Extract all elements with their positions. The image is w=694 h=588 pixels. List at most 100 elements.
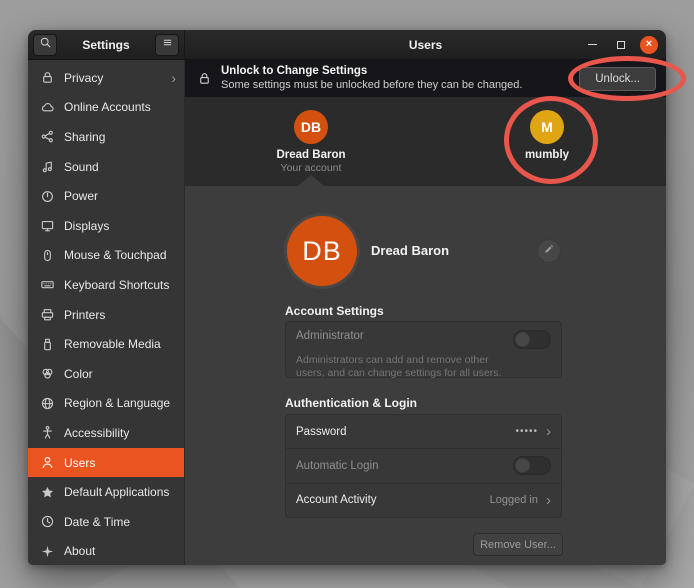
accessibility-icon <box>40 425 55 440</box>
sidebar-item-label: Online Accounts <box>64 100 151 114</box>
maximize-icon <box>617 41 625 49</box>
minimize-icon <box>588 44 597 46</box>
sidebar-item-label: Keyboard Shortcuts <box>64 278 169 292</box>
maximize-button[interactable] <box>611 35 631 55</box>
password-value: ••••• <box>515 426 538 437</box>
account-activity-row[interactable]: Account Activity Logged in › <box>286 483 561 517</box>
avatar-dread-baron: DB <box>294 110 328 144</box>
administrator-label: Administrator <box>296 330 364 342</box>
automatic-login-label: Automatic Login <box>296 460 378 472</box>
password-label: Password <box>296 426 347 438</box>
account-activity-label: Account Activity <box>296 494 377 506</box>
window-body: Privacy › Online Accounts Sharing Sound Power… <box>28 60 666 565</box>
avatar-mumbly: M <box>530 110 564 144</box>
auth-login-box: Password ••••• › Automatic Login <box>285 414 562 518</box>
administrator-row: Administrator <box>296 330 551 349</box>
edit-name-button[interactable] <box>537 239 561 263</box>
sidebar-item-sound[interactable]: Sound <box>28 152 184 182</box>
sidebar-item-default-applications[interactable]: Default Applications <box>28 477 184 507</box>
sidebar-item-label: Printers <box>64 308 105 322</box>
pencil-icon <box>543 242 555 260</box>
globe-icon <box>40 396 55 411</box>
sidebar-item-label: Power <box>64 189 98 203</box>
star-icon <box>40 485 55 500</box>
administrator-box: Administrator Administrators can add and… <box>285 321 562 378</box>
carousel-user-name: Dread Baron <box>251 149 371 161</box>
titlebar-main-section: Users × <box>185 30 666 59</box>
search-icon <box>39 36 52 54</box>
sidebar-item-label: Default Applications <box>64 485 169 499</box>
sidebar-item-label: Sharing <box>64 130 105 144</box>
person-icon <box>40 455 55 470</box>
sidebar-item-color[interactable]: Color <box>28 359 184 389</box>
profile-avatar: DB <box>287 216 357 286</box>
app-title: Settings <box>57 38 155 52</box>
sidebar-item-privacy[interactable]: Privacy › <box>28 63 184 93</box>
close-button[interactable]: × <box>640 36 658 54</box>
sidebar-item-accessibility[interactable]: Accessibility <box>28 418 184 448</box>
sidebar-item-power[interactable]: Power <box>28 181 184 211</box>
administrator-toggle[interactable] <box>513 330 551 349</box>
cloud-icon <box>40 100 55 115</box>
sidebar-item-label: Accessibility <box>64 426 129 440</box>
sidebar-item-label: Mouse & Touchpad <box>64 248 167 262</box>
sidebar-item-keyboard-shortcuts[interactable]: Keyboard Shortcuts <box>28 270 184 300</box>
chevron-right-icon: › <box>171 71 176 85</box>
clock-icon <box>40 514 55 529</box>
sound-icon <box>40 159 55 174</box>
toggle-knob <box>515 458 530 473</box>
lock-icon <box>197 71 212 86</box>
titlebar: Settings Users × <box>28 30 666 60</box>
sidebar-item-label: Privacy <box>64 71 103 85</box>
sidebar-item-label: About <box>64 544 95 558</box>
sidebar-item-label: Region & Language <box>64 396 170 410</box>
users-panel: Unlock to Change Settings Some settings … <box>185 60 666 565</box>
carousel-user-name: mumbly <box>487 149 607 161</box>
sidebar-item-printers[interactable]: Printers <box>28 300 184 330</box>
automatic-login-toggle[interactable] <box>513 456 551 475</box>
carousel-user-dread-baron[interactable]: DB Dread Baron Your account <box>251 110 371 174</box>
selected-user-pointer <box>298 175 324 186</box>
unlock-button[interactable]: Unlock... <box>579 67 656 91</box>
user-details: DB Dread Baron Account Settings Administ… <box>185 186 666 565</box>
sidebar-item-label: Sound <box>64 160 99 174</box>
sidebar-item-about[interactable]: About <box>28 537 184 566</box>
power-icon <box>40 189 55 204</box>
sidebar-item-mouse-touchpad[interactable]: Mouse & Touchpad <box>28 241 184 271</box>
printer-icon <box>40 307 55 322</box>
mouse-icon <box>40 248 55 263</box>
administrator-description: Administrators can add and remove other … <box>296 354 511 379</box>
automatic-login-row: Automatic Login <box>286 448 561 482</box>
unlock-bar: Unlock to Change Settings Some settings … <box>185 60 666 97</box>
minimize-button[interactable] <box>582 35 602 55</box>
keyboard-icon <box>40 277 55 292</box>
sidebar-item-label: Removable Media <box>64 337 161 351</box>
chevron-right-icon: › <box>546 493 551 508</box>
remove-user-button[interactable]: Remove User... <box>473 533 563 556</box>
sidebar-item-region-language[interactable]: Region & Language <box>28 389 184 419</box>
sidebar-item-label: Users <box>64 456 95 470</box>
chevron-right-icon: › <box>546 424 551 439</box>
hamburger-menu-icon <box>161 36 174 54</box>
account-settings-header: Account Settings <box>285 304 384 318</box>
unlock-texts: Unlock to Change Settings Some settings … <box>221 64 522 92</box>
sidebar-item-displays[interactable]: Displays <box>28 211 184 241</box>
sidebar-item-removable-media[interactable]: Removable Media <box>28 329 184 359</box>
desktop-wallpaper: Settings Users × Privacy › Online Accounts… <box>0 0 694 588</box>
titlebar-sidebar-section: Settings <box>28 30 185 59</box>
search-button[interactable] <box>33 34 57 56</box>
menu-button[interactable] <box>155 34 179 56</box>
account-activity-value: Logged in <box>490 494 538 506</box>
sidebar-item-online-accounts[interactable]: Online Accounts <box>28 93 184 123</box>
lock-icon <box>40 70 55 85</box>
sidebar-item-date-time[interactable]: Date & Time <box>28 507 184 537</box>
sidebar-item-sharing[interactable]: Sharing <box>28 122 184 152</box>
password-row[interactable]: Password ••••• › <box>286 415 561 448</box>
sidebar-item-label: Color <box>64 367 93 381</box>
profile-name: Dread Baron <box>371 243 449 258</box>
sidebar-list: Privacy › Online Accounts Sharing Sound Power… <box>28 60 185 565</box>
media-icon <box>40 337 55 352</box>
settings-window: Settings Users × Privacy › Online Accounts… <box>28 30 666 565</box>
carousel-user-mumbly[interactable]: M mumbly <box>487 110 607 161</box>
sidebar-item-users[interactable]: Users <box>28 448 184 478</box>
